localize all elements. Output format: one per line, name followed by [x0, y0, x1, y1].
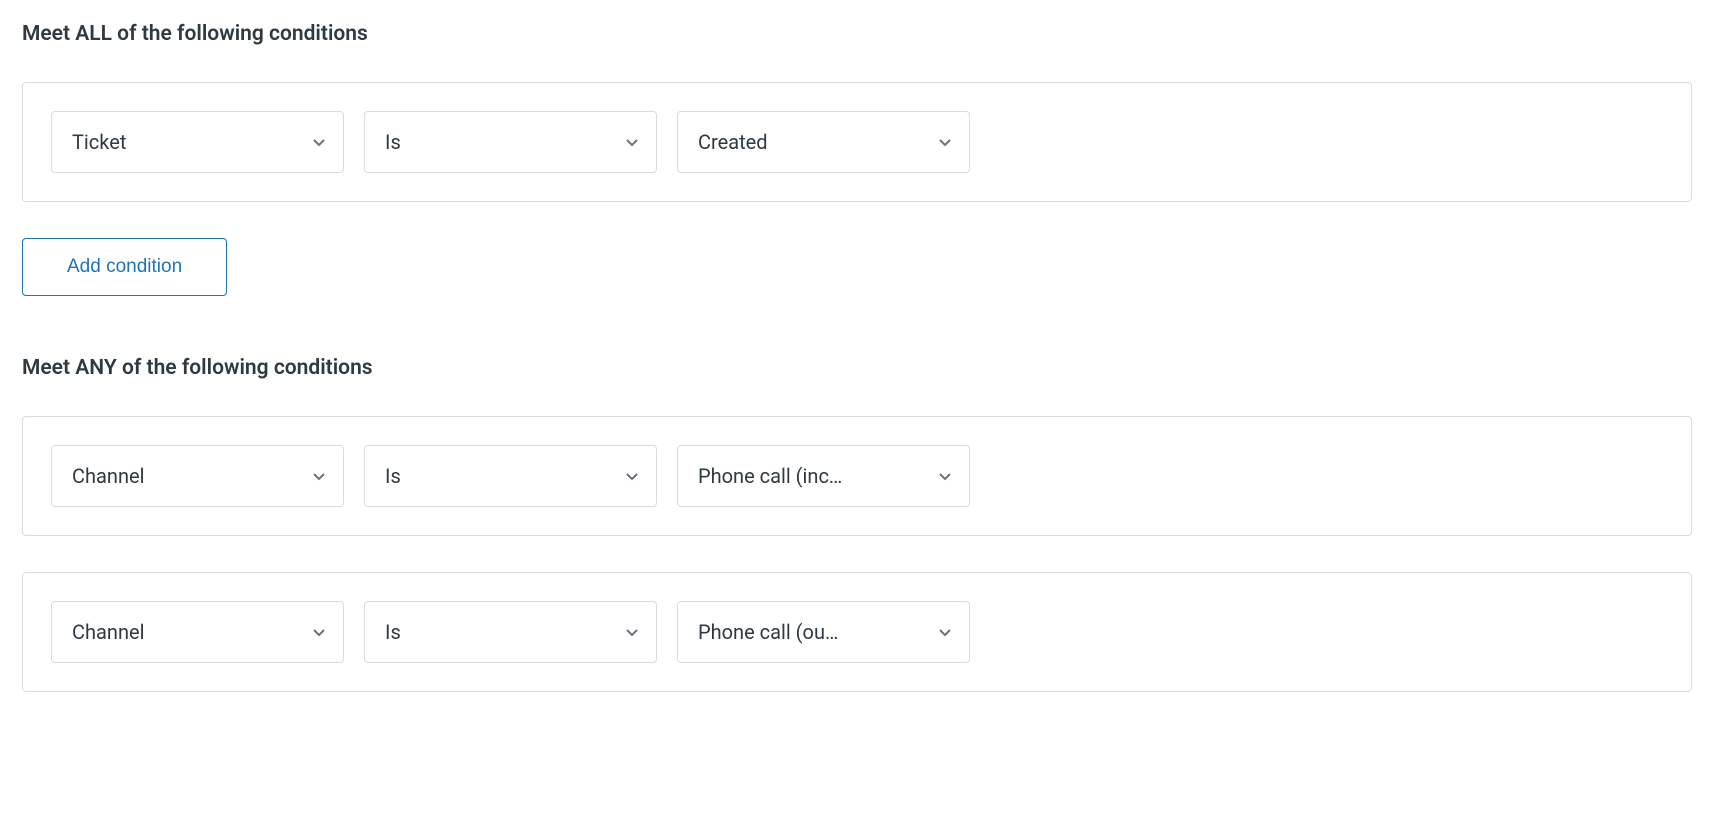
chevron-down-icon — [937, 134, 953, 150]
chevron-down-icon — [311, 468, 327, 484]
chevron-down-icon — [311, 134, 327, 150]
condition-field-select[interactable]: Ticket — [51, 111, 344, 173]
any-conditions-section: Meet ANY of the following conditions Cha… — [22, 356, 1692, 692]
add-condition-button[interactable]: Add condition — [22, 238, 227, 296]
all-conditions-heading: Meet ALL of the following conditions — [22, 22, 1692, 46]
select-value: Channel — [72, 464, 303, 488]
any-conditions-heading: Meet ANY of the following conditions — [22, 356, 1692, 380]
all-conditions-section: Meet ALL of the following conditions Tic… — [22, 22, 1692, 296]
select-value: Is — [385, 620, 616, 644]
condition-row: Channel Is Phone call (ou… — [22, 572, 1692, 692]
chevron-down-icon — [311, 624, 327, 640]
condition-value-select[interactable]: Phone call (inc… — [677, 445, 970, 507]
select-value: Is — [385, 464, 616, 488]
condition-operator-select[interactable]: Is — [364, 601, 657, 663]
select-value: Ticket — [72, 130, 303, 154]
chevron-down-icon — [937, 468, 953, 484]
chevron-down-icon — [937, 624, 953, 640]
chevron-down-icon — [624, 134, 640, 150]
select-value: Phone call (ou… — [698, 620, 929, 644]
condition-row: Channel Is Phone call (inc… — [22, 416, 1692, 536]
select-value: Phone call (inc… — [698, 464, 929, 488]
condition-row: Ticket Is Created — [22, 82, 1692, 202]
condition-value-select[interactable]: Phone call (ou… — [677, 601, 970, 663]
condition-value-select[interactable]: Created — [677, 111, 970, 173]
condition-field-select[interactable]: Channel — [51, 445, 344, 507]
condition-field-select[interactable]: Channel — [51, 601, 344, 663]
select-value: Is — [385, 130, 616, 154]
chevron-down-icon — [624, 624, 640, 640]
condition-operator-select[interactable]: Is — [364, 111, 657, 173]
select-value: Created — [698, 130, 929, 154]
condition-operator-select[interactable]: Is — [364, 445, 657, 507]
select-value: Channel — [72, 620, 303, 644]
chevron-down-icon — [624, 468, 640, 484]
